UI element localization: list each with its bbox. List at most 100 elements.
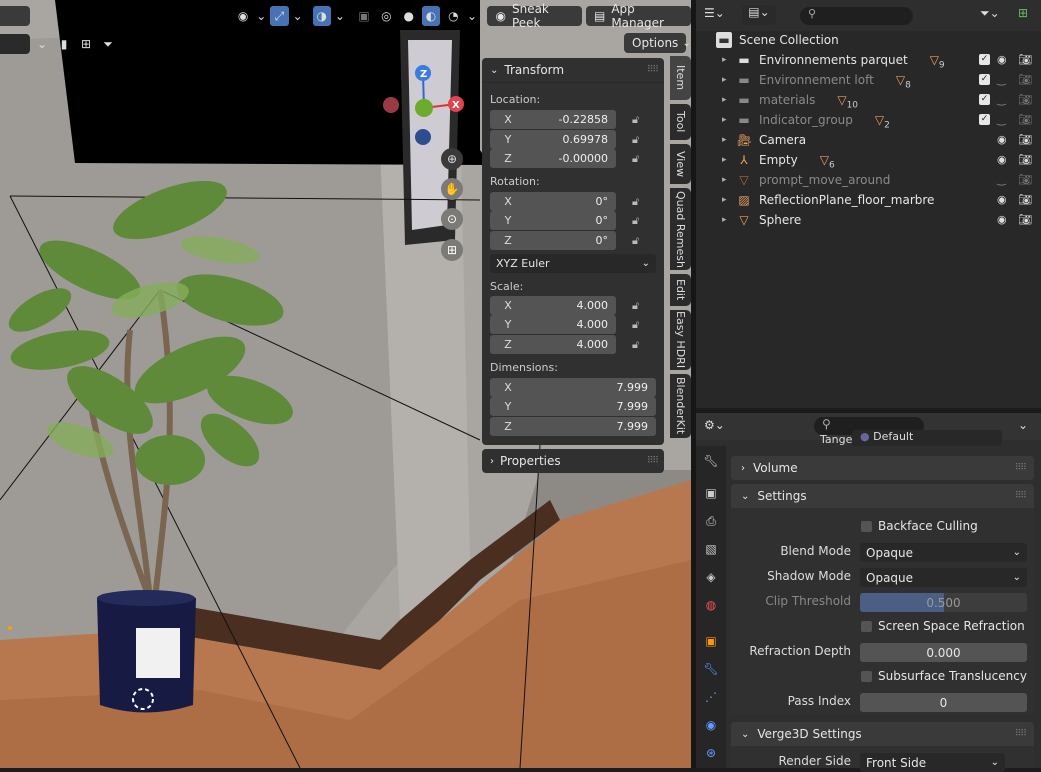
render-camera-icon[interactable]: 📷︎ [1018,53,1032,66]
dimensions-y-field[interactable]: Y 7.999 [490,397,656,416]
modifier-icon[interactable]: 🔧︎ [702,660,720,678]
render-camera-icon[interactable]: 📷︎ [1018,133,1032,146]
outliner-row[interactable]: ▸ ▬ materials ▽10 ✓ ‿ 📷︎ [696,90,1041,110]
render-camera-icon[interactable]: 📷︎ [1018,173,1032,186]
exclude-checkbox[interactable]: ✓ [979,74,990,85]
tangent-select[interactable]: ● Default [852,430,1002,446]
gizmo-toggle-icon[interactable]: ⤢ [270,6,289,26]
blend-mode-select[interactable]: Opaque ⌄ [860,543,1027,562]
eye-icon[interactable]: ◉ [997,213,1007,226]
location-z-field[interactable]: Z -0.00000 [490,149,616,168]
volume-section[interactable]: › Volume ⠿⠿ [731,456,1034,480]
expand-icon[interactable]: ▸ [722,155,727,165]
object-icon[interactable]: ▣ [702,632,720,650]
lock-icon[interactable]: 🔓︎ [632,338,646,351]
settings-section[interactable]: ⌄ Settings ⠿⠿ [731,484,1034,508]
material-shading-icon[interactable]: ◐ [421,6,441,26]
overlays-icon[interactable]: ◑ [312,6,331,26]
lock-icon[interactable]: 🔓︎ [632,113,646,126]
bookmark-icon[interactable]: ▮ [54,34,74,54]
rotation-mode-select[interactable]: XYZ Euler ⌄ [490,254,656,273]
subsurface-translucency-checkbox[interactable]: Subsurface Translucency [861,669,1027,683]
properties-panel-header[interactable]: › Properties ⠿⠿ [482,449,664,473]
grid-icon[interactable]: ⊞ [441,239,463,261]
scale-z-field[interactable]: Z 4.000 [490,335,616,354]
outliner-row[interactable]: ▸ ▬ Environnements parquet ▽9 ✓ ◉ 📷︎ [696,50,1041,70]
grip-icon[interactable]: ⠿⠿ [647,65,659,75]
tab-quad-remesh[interactable]: Quad Remesh [670,188,691,270]
tab-view[interactable]: View [670,144,691,184]
chevron-down-icon[interactable]: ⌄ [1018,418,1028,432]
tool-icon[interactable]: 🔧︎ [702,452,720,470]
scene-icon[interactable]: ◈ [702,568,720,586]
chevron-down-icon[interactable]: ⌄ [335,6,345,26]
tab-item[interactable]: Item [670,56,691,100]
tab-easy-hdri[interactable]: Easy HDRI [670,310,691,370]
tab-edit[interactable]: Edit [670,274,691,306]
verge3d-settings-section[interactable]: ⌄ Verge3D Settings ⠿⠿ [731,722,1034,746]
lock-icon[interactable]: 🔓︎ [632,234,646,247]
layout-icon[interactable]: ⊞ [76,34,96,54]
chevron-down-icon[interactable]: ⌄ [32,34,52,54]
chevron-down-icon[interactable]: ⌄ [293,6,303,26]
shadow-mode-select[interactable]: Opaque ⌄ [860,568,1027,587]
eye-icon[interactable]: ◉ [997,193,1007,206]
outliner-row[interactable]: ▸ ▬ Indicator_group ▽2 ✓ ‿ 📷︎ [696,110,1041,130]
xray-icon[interactable]: ▣ [355,6,373,26]
transform-header[interactable]: ⌄ Transform ⠿⠿ [482,58,664,83]
rotation-y-field[interactable]: Y 0° [490,211,616,230]
outliner-row[interactable]: ▸ ▬ Environnement loft ▽8 ✓ ‿ 📷︎ [696,70,1041,90]
grip-icon[interactable]: ⠿⠿ [1015,729,1027,739]
eye-icon[interactable]: ◉ [997,133,1007,146]
rotation-z-field[interactable]: Z 0° [490,231,616,250]
view-layer-icon[interactable]: ▧ [702,540,720,558]
render-side-select[interactable]: Front Side ⌄ [860,753,1005,772]
render-camera-icon[interactable]: 📷︎ [1018,193,1032,206]
expand-icon[interactable]: ▸ [722,55,727,65]
scene-collection-row[interactable]: ▬ Scene Collection [696,30,1041,50]
constraints-icon[interactable]: ⊛ [702,744,720,762]
outliner-row[interactable]: ▸ 🎥︎ Camera ◉ 📷︎ [696,130,1041,150]
eye-closed-icon[interactable]: ‿ [997,93,1006,106]
render-camera-icon[interactable]: 📷︎ [1018,113,1032,126]
chevron-down-icon[interactable]: ⌄ [467,6,478,26]
outliner-row[interactable]: ▸ ▨ ReflectionPlane_floor_marbre ◉ 📷︎ [696,190,1041,210]
app-manager-button[interactable]: ▤ App Manager [585,2,691,30]
wireframe-shading-icon[interactable]: ◎ [377,6,395,26]
render-camera-icon[interactable]: 📷︎ [1018,73,1032,86]
pass-index-field[interactable]: 0 [860,693,1027,712]
exclude-checkbox[interactable]: ✓ [979,114,990,125]
render-camera-icon[interactable]: 📷︎ [1018,153,1032,166]
render-icon[interactable]: ▣ [702,484,720,502]
filter-icon[interactable]: ⏷⌄ [980,6,1000,21]
options-button[interactable]: Options ⌄ [624,33,691,53]
filter-icon[interactable]: ⏷ [98,34,118,54]
lock-icon[interactable]: 🔓︎ [632,214,646,227]
lock-icon[interactable]: 🔓︎ [632,152,646,165]
location-x-field[interactable]: X -0.22858 [490,110,616,129]
render-camera-icon[interactable]: 📷︎ [1018,213,1032,226]
render-camera-icon[interactable]: 📷︎ [1018,93,1032,106]
rendered-shading-icon[interactable]: ◔ [444,6,462,26]
scale-x-field[interactable]: X 4.000 [490,296,616,315]
expand-icon[interactable]: ▸ [722,115,727,125]
exclude-checkbox[interactable]: ✓ [979,54,990,65]
eye-icon[interactable]: ◉ [997,53,1007,66]
rotation-x-field[interactable]: X 0° [490,192,616,211]
sneak-peek-button[interactable]: ◉ Sneak Peek [487,2,582,30]
exclude-checkbox[interactable]: ✓ [979,94,990,105]
3d-viewport[interactable]: ⌄ ▮ ⊞ ⏷ ◉ ⌄ ⤢ ⌄ ◑ ⌄ ▣ ◎ ● ◐ ◔ ⌄ ◉ Sneak … [0,0,691,768]
lock-icon[interactable]: 🔓︎ [632,195,646,208]
outliner-row[interactable]: ▸ ▽ Sphere ◉ 📷︎ [696,210,1041,230]
physics-icon[interactable]: ◉ [702,716,720,734]
dimensions-z-field[interactable]: Z 7.999 [490,417,656,436]
display-mode-icon[interactable]: ▤⌄ [742,5,776,25]
expand-icon[interactable]: ▸ [722,215,727,225]
output-icon[interactable]: ⎙ [702,512,720,530]
visibility-icon[interactable]: ◉ [234,6,252,26]
editor-type-icon[interactable]: ☰⌄ [704,6,725,20]
lock-icon[interactable]: 🔓︎ [632,133,646,146]
outliner-search-input[interactable]: ⚲ [800,7,913,25]
mode-field[interactable] [0,6,30,26]
eye-closed-icon[interactable]: ‿ [997,173,1006,186]
